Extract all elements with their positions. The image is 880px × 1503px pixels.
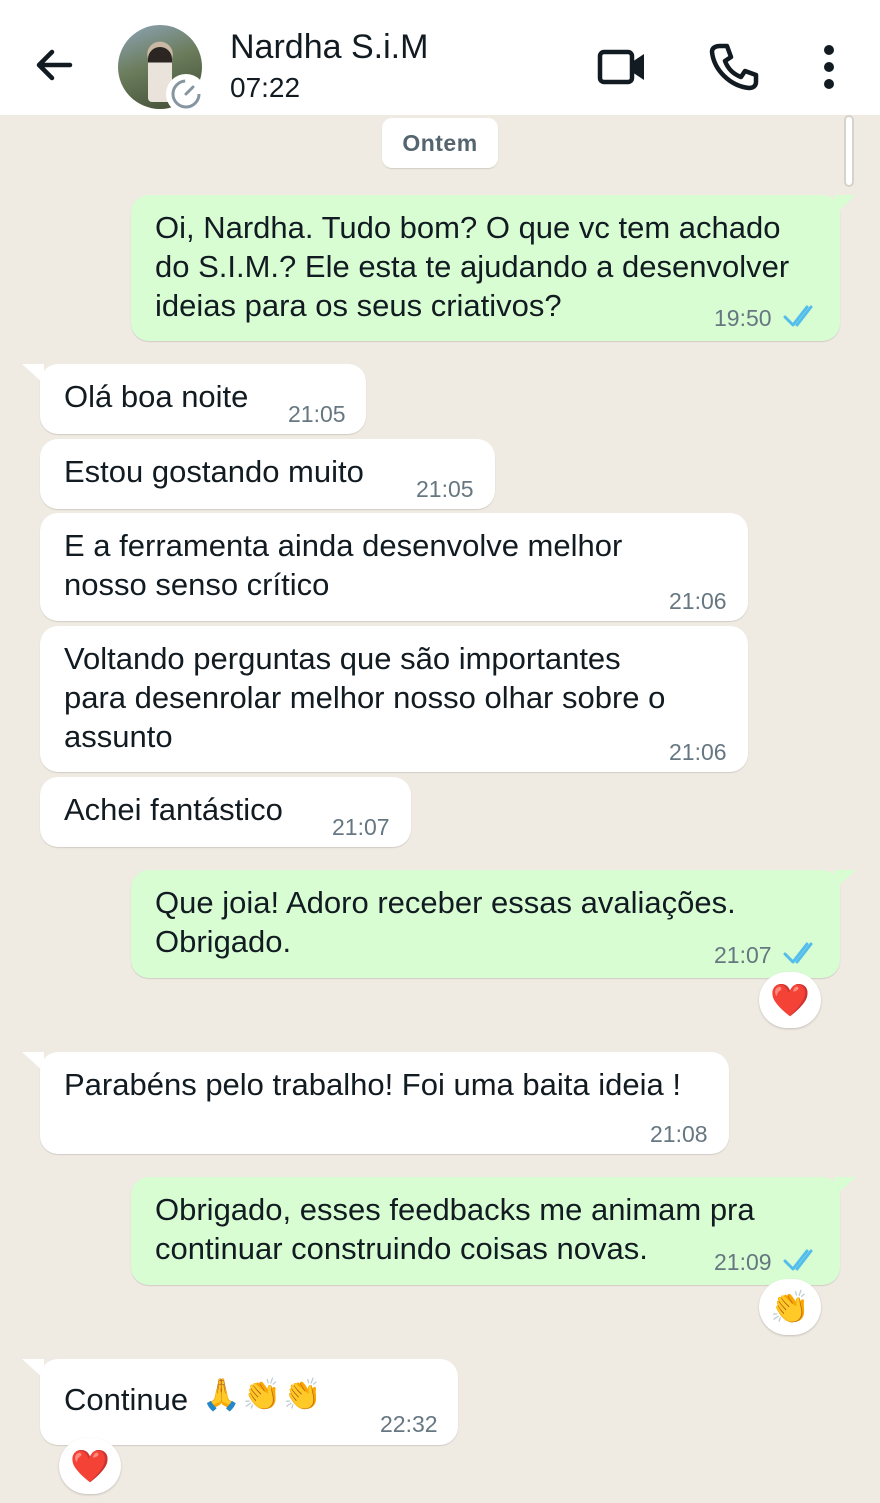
message-incoming[interactable]: Achei fantástico 21:07 (40, 777, 411, 847)
video-camera-icon[interactable] (596, 40, 650, 94)
message-text: Achei fantástico (64, 792, 283, 827)
bubble-tail (834, 195, 856, 215)
chat-header: Nardha S.i.M 07:22 (0, 0, 880, 115)
contact-name[interactable]: Nardha S.i.M (230, 28, 428, 67)
message-text: continuar construindo coisas novas. (155, 1231, 648, 1266)
message-outgoing[interactable]: Oi, Nardha. Tudo bom? O que vc tem achad… (131, 195, 840, 341)
message-text: Continue (64, 1382, 189, 1417)
last-seen-status: 07:22 (230, 72, 301, 103)
message-text: para desenrolar melhor nosso olhar sobre… (64, 680, 666, 715)
read-receipt-icon (783, 1249, 813, 1271)
message-text: Estou gostando muito (64, 454, 364, 489)
message-time: 21:05 (288, 401, 346, 427)
message-time: 21:07 (714, 942, 772, 968)
message-text: Olá boa noite (64, 379, 249, 414)
phone-icon[interactable] (706, 40, 760, 94)
date-separator: Ontem (382, 118, 498, 168)
arrow-left-icon[interactable] (30, 40, 80, 90)
message-text: Obrigado. (155, 924, 292, 959)
message-incoming[interactable]: Parabéns pelo trabalho! Foi uma baita id… (40, 1052, 729, 1154)
bubble-tail (834, 870, 856, 890)
message-time: 21:05 (416, 476, 474, 502)
message-text: do S.I.M.? Ele esta te ajudando a desenv… (155, 249, 790, 284)
message-time: 21:06 (669, 739, 727, 765)
timer-icon (166, 74, 206, 114)
message-outgoing[interactable]: Obrigado, esses feedbacks me animam pra … (131, 1177, 840, 1285)
scrollbar[interactable] (844, 115, 854, 187)
message-text: Voltando perguntas que são importantes (64, 641, 621, 676)
reaction-clap[interactable]: 👏 (759, 1279, 821, 1335)
message-emojis: 🙏👏👏 (202, 1377, 324, 1412)
message-text: Parabéns pelo trabalho! Foi uma baita id… (64, 1067, 681, 1102)
message-text: E a ferramenta ainda desenvolve melhor (64, 528, 623, 563)
read-receipt-icon (783, 305, 813, 327)
message-incoming[interactable]: Continue 🙏👏👏 22:32 (40, 1359, 458, 1445)
read-receipt-icon (783, 942, 813, 964)
message-time: 21:06 (669, 588, 727, 614)
message-incoming[interactable]: E a ferramenta ainda desenvolve melhor n… (40, 513, 748, 621)
message-text: nosso senso crítico (64, 567, 330, 602)
message-outgoing[interactable]: Que joia! Adoro receber essas avaliações… (131, 870, 840, 978)
message-text: Que joia! Adoro receber essas avaliações… (155, 885, 736, 920)
message-text: Obrigado, esses feedbacks me animam pra (155, 1192, 755, 1227)
message-incoming[interactable]: Olá boa noite 21:05 (40, 364, 366, 434)
message-time: 21:07 (332, 814, 390, 840)
message-text: ideias para os seus criativos? (155, 288, 562, 323)
message-text: Oi, Nardha. Tudo bom? O que vc tem achad… (155, 210, 781, 245)
more-vertical-icon[interactable] (804, 40, 854, 94)
message-time: 22:32 (380, 1411, 438, 1437)
message-incoming[interactable]: Estou gostando muito 21:05 (40, 439, 495, 509)
message-time: 21:09 (714, 1249, 772, 1275)
message-text: assunto (64, 719, 173, 754)
reaction-heart[interactable]: ❤️ (759, 972, 821, 1028)
message-incoming[interactable]: Voltando perguntas que são importantes p… (40, 626, 748, 772)
message-time: 19:50 (714, 305, 772, 331)
message-time: 21:08 (650, 1121, 708, 1147)
reaction-heart[interactable]: ❤️ (59, 1438, 121, 1494)
